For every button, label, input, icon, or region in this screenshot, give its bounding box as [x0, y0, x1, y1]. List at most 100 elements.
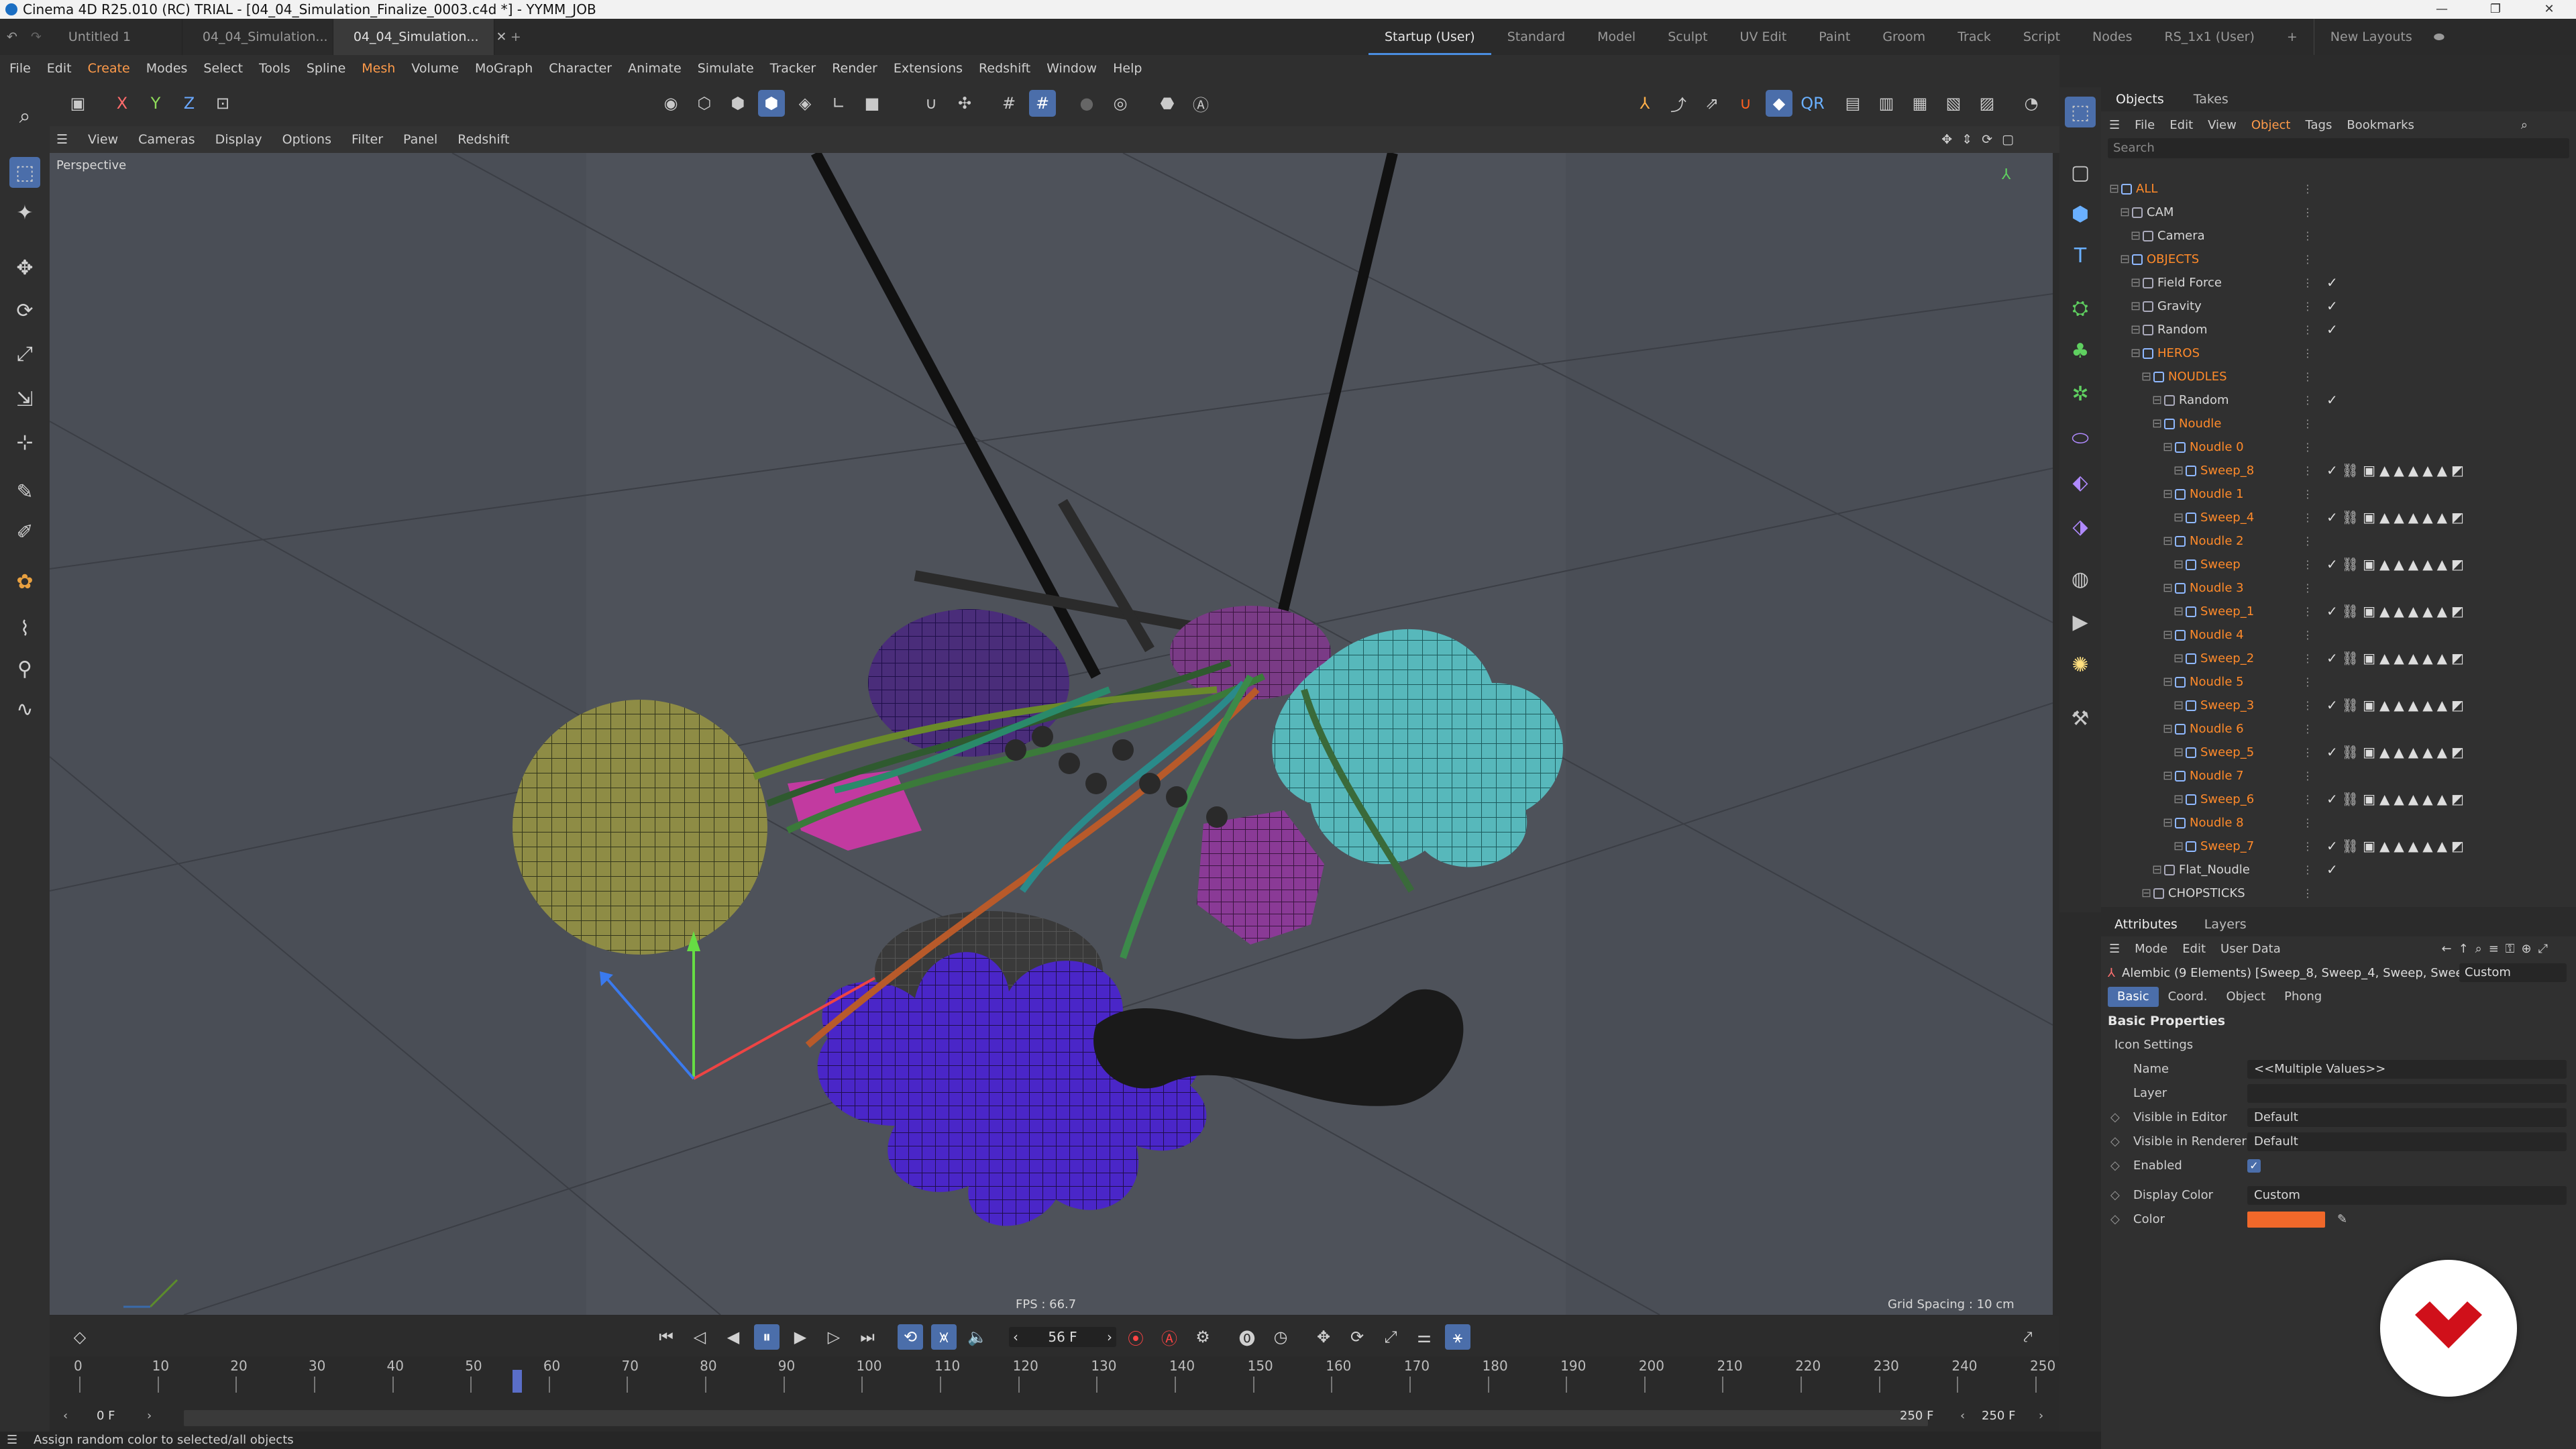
visibility-dots-icon[interactable]: ⋮	[2302, 294, 2313, 318]
range-max-field[interactable]: 250 F	[1900, 1409, 1933, 1423]
record-icon[interactable]: ⦿	[1123, 1324, 1148, 1350]
menu-mograph[interactable]: MoGraph	[475, 61, 533, 76]
object-name[interactable]: HEROS	[2157, 341, 2200, 365]
enabled-check-icon[interactable]: ✓	[2326, 271, 2342, 294]
viewport-menu-redshift[interactable]: Redshift	[458, 132, 509, 147]
layout-tab-sculpt[interactable]: Sculpt	[1652, 19, 1723, 55]
layout-tab-uv-edit[interactable]: UV Edit	[1724, 19, 1803, 55]
play-icon[interactable]: ▶	[788, 1324, 813, 1350]
visibility-dots-icon[interactable]: ⋮	[2302, 248, 2313, 271]
enabled-check-icon[interactable]: ✓	[2326, 858, 2342, 881]
search-icon[interactable]: ⌕	[2521, 118, 2528, 132]
frame-decrement-icon[interactable]: ‹	[1013, 1329, 1018, 1345]
new-tab-icon[interactable]: +	[494, 19, 537, 55]
layout-tab-model[interactable]: Model	[1581, 19, 1652, 55]
timer-icon[interactable]: ◷	[1268, 1324, 1293, 1350]
timeline-playhead[interactable]	[513, 1370, 523, 1393]
transform-tool-icon[interactable]: ⇲	[9, 384, 40, 415]
scale-tool-icon[interactable]: ⤢	[9, 338, 40, 369]
deformer-icon[interactable]: ✲	[2065, 378, 2096, 409]
axis-x-button[interactable]: X	[109, 90, 136, 117]
obj-menu-tags[interactable]: Tags	[2305, 118, 2332, 132]
viewport-menu-options[interactable]: Options	[282, 132, 331, 147]
object-tree-row[interactable]: ⊟ OBJECTS ⋮	[2101, 248, 2576, 271]
toggle-switch-icon[interactable]: ⬬	[2428, 19, 2450, 55]
picture-viewer-icon[interactable]: ▧	[1940, 90, 1967, 117]
object-name[interactable]: CAM	[2147, 201, 2174, 224]
object-name[interactable]: Sweep_4	[2200, 506, 2254, 529]
open-icon[interactable]: ⇗	[1699, 90, 1725, 117]
rotate-tool-icon[interactable]: ⟳	[9, 295, 40, 326]
object-tags-icon[interactable]: ✓⛓▣▲▲▲▲▲◩	[2326, 506, 2468, 529]
visibility-dots-icon[interactable]: ⋮	[2302, 694, 2313, 717]
snap-enable-icon[interactable]: #	[1029, 90, 1056, 117]
keyframe-diamond-icon[interactable]: ◇	[2110, 1208, 2120, 1232]
search-icon[interactable]: ⌕	[9, 101, 40, 131]
visible-renderer-dropdown[interactable]: Default	[2247, 1132, 2567, 1151]
timeline-graph-icon[interactable]: ⤤	[2015, 1324, 2041, 1350]
expand-toggle-icon[interactable]: ⊟	[2152, 858, 2162, 881]
add-layout-icon[interactable]: +	[2271, 19, 2314, 55]
object-name[interactable]: Noudle 6	[2190, 717, 2244, 741]
object-tags-icon[interactable]: ✓⛓▣▲▲▲▲▲◩	[2326, 600, 2468, 623]
visibility-dots-icon[interactable]: ⋮	[2302, 647, 2313, 670]
pen-tool-icon[interactable]: ✎	[9, 476, 40, 507]
live-select-icon[interactable]: ✦	[9, 197, 40, 228]
object-tree-row[interactable]: ⊟ Noudle 4 ⋮	[2101, 623, 2576, 647]
object-tags-icon[interactable]: ✓⛓▣▲▲▲▲▲◩	[2326, 694, 2468, 717]
menu-render[interactable]: Render	[832, 61, 877, 76]
doc-tab-untitled[interactable]: Untitled 1	[48, 19, 182, 55]
enabled-check-icon[interactable]: ✓	[2326, 294, 2342, 318]
brush-icon[interactable]: ⌇	[9, 613, 40, 644]
menu-mesh[interactable]: Mesh	[362, 61, 395, 76]
subtab-phong[interactable]: Phong	[2275, 987, 2331, 1007]
mode-dropdown[interactable]: Custom	[2459, 963, 2567, 982]
obj-menu-edit[interactable]: Edit	[2169, 118, 2193, 132]
undo-icon[interactable]: ↶	[0, 19, 24, 55]
expand-toggle-icon[interactable]: ⊟	[2174, 459, 2184, 482]
mograph-cloner-icon[interactable]: ♣	[2065, 335, 2096, 366]
object-tags-icon[interactable]: ✓⛓▣▲▲▲▲▲◩	[2326, 553, 2468, 576]
visibility-dots-icon[interactable]: ⋮	[2302, 600, 2313, 623]
close-icon[interactable]: ✕	[2522, 0, 2576, 19]
eyedropper-icon[interactable]: ✎	[2337, 1208, 2347, 1232]
keyframe-diamond-icon[interactable]: ◇	[2110, 1154, 2120, 1178]
motion-record-icon[interactable]: ⓿	[1234, 1324, 1260, 1350]
go-to-end-icon[interactable]: ⏭	[855, 1324, 880, 1350]
visibility-dots-icon[interactable]: ⋮	[2302, 412, 2313, 435]
visibility-dots-icon[interactable]: ⋮	[2302, 201, 2313, 224]
object-tree-row[interactable]: ⊟ NOUDLES ⋮	[2101, 365, 2576, 388]
environment-icon[interactable]: ◍	[2065, 564, 2096, 594]
viewport-menu-filter[interactable]: Filter	[352, 132, 383, 147]
visible-editor-dropdown[interactable]: Default	[2247, 1108, 2567, 1127]
render-region-icon[interactable]: ▤	[1839, 90, 1866, 117]
object-name[interactable]: Random	[2179, 388, 2229, 412]
current-frame-field[interactable]: ‹ 56 F ›	[1009, 1327, 1116, 1347]
object-tags-icon[interactable]: ✓⛓▣▲▲▲▲▲◩	[2326, 741, 2468, 764]
menu-edit[interactable]: Edit	[47, 61, 72, 76]
object-tree-row[interactable]: ⊟ Noudle 6 ⋮	[2101, 717, 2576, 741]
visibility-dots-icon[interactable]: ⋮	[2302, 224, 2313, 248]
viewport-menu-panel[interactable]: Panel	[403, 132, 437, 147]
timeline-ruler[interactable]: 0 10 20 30 40 50 60 70 80 90 100 110 120 130 140 150 160…	[50, 1356, 2059, 1405]
expand-toggle-icon[interactable]: ⊟	[2131, 294, 2141, 318]
auto-icon[interactable]: Ⓐ	[1187, 90, 1214, 117]
key-pla-icon[interactable]: ⚹	[1445, 1324, 1470, 1350]
cube-primitive-icon[interactable]: ▢	[2065, 157, 2096, 188]
expand-toggle-icon[interactable]: ⊟	[2174, 553, 2184, 576]
axis-y-button[interactable]: Y	[142, 90, 169, 117]
layout-tab-nodes[interactable]: Nodes	[2076, 19, 2149, 55]
visibility-dots-icon[interactable]: ⋮	[2302, 388, 2313, 412]
menu-file[interactable]: File	[9, 61, 31, 76]
tab-takes[interactable]: Takes	[2179, 92, 2243, 107]
range-start-field[interactable]: 0 F	[97, 1409, 115, 1423]
doc-tab-simulation-1[interactable]: 04_04_Simulation...	[182, 19, 333, 55]
visibility-dots-icon[interactable]: ⋮	[2302, 717, 2313, 741]
tab-objects[interactable]: Objects	[2101, 92, 2179, 107]
expand-toggle-icon[interactable]: ⊟	[2120, 248, 2130, 271]
expand-toggle-icon[interactable]: ⊟	[2174, 647, 2184, 670]
object-tree-row[interactable]: ⊟ Noudle 0 ⋮	[2101, 435, 2576, 459]
object-name[interactable]: Noudle 0	[2190, 435, 2244, 459]
object-tree-row[interactable]: ⊟ Sweep_3 ⋮ ✓⛓▣▲▲▲▲▲◩	[2101, 694, 2576, 717]
layout-tab-script[interactable]: Script	[2007, 19, 2076, 55]
